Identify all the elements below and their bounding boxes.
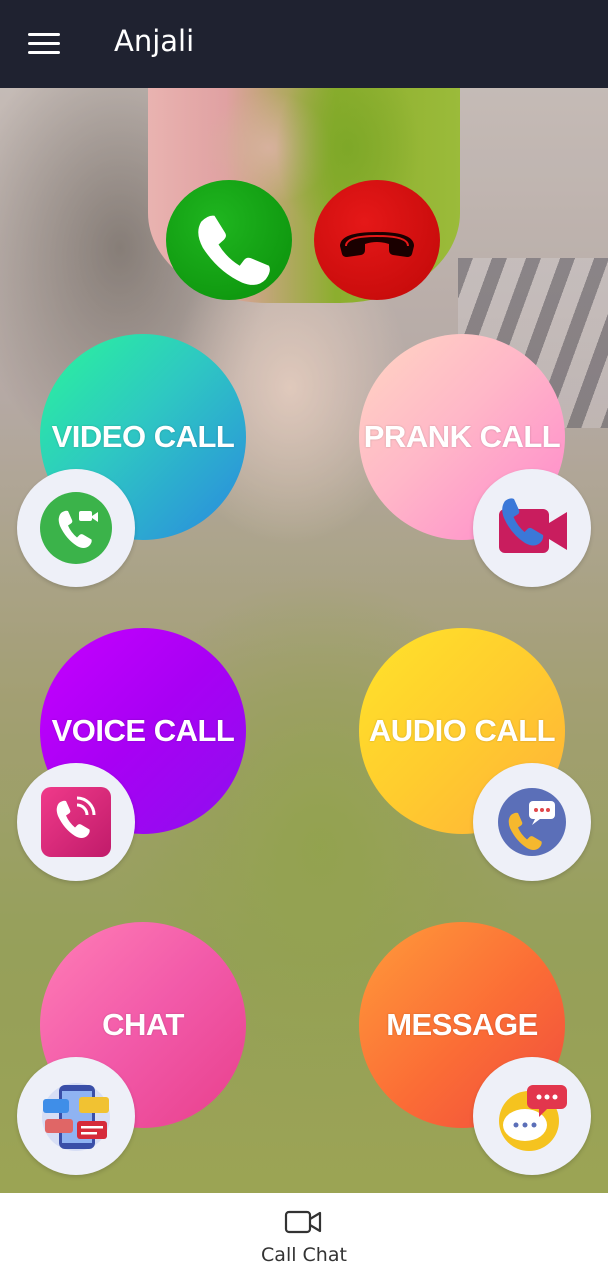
accept-call-button[interactable] [166, 180, 292, 300]
prank-call-label: PRANK CALL [363, 419, 561, 454]
voice-call-icon-badge[interactable] [17, 763, 135, 881]
chat-icon-badge[interactable] [17, 1057, 135, 1175]
phone-decline-icon [340, 232, 414, 257]
audio-call-icon-badge[interactable] [473, 763, 591, 881]
message-label: MESSAGE [386, 1007, 538, 1042]
chat-app-icon [42, 1083, 110, 1151]
voice-call-label: VOICE CALL [51, 713, 235, 748]
video-call-icon [40, 492, 112, 564]
prank-call-icon-badge[interactable] [473, 469, 591, 587]
voice-call-icon [41, 787, 111, 857]
phone-accept-icon [198, 215, 270, 285]
video-camera-icon [284, 1210, 322, 1234]
audio-call-chat-icon [498, 788, 566, 856]
tab-call-chat-label: Call Chat [261, 1244, 347, 1266]
hamburger-menu-icon[interactable] [28, 33, 60, 55]
message-icon-badge[interactable] [473, 1057, 591, 1175]
message-bubbles-icon [499, 1085, 567, 1151]
video-call-label: VIDEO CALL [51, 419, 235, 454]
app-bar: Anjali [0, 0, 608, 88]
video-call-icon-badge[interactable] [17, 469, 135, 587]
prank-video-call-icon [499, 498, 567, 553]
audio-call-label: AUDIO CALL [368, 713, 556, 748]
page-title: Anjali [114, 24, 195, 58]
bottom-navigation: Call Chat [0, 1193, 608, 1280]
chat-label: CHAT [102, 1007, 184, 1042]
decline-call-button[interactable] [314, 180, 440, 300]
tab-call-chat[interactable]: Call Chat [244, 1193, 364, 1280]
